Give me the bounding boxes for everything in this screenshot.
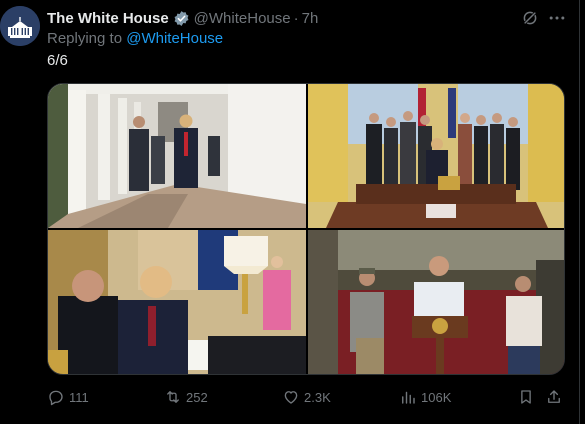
- bookmark-icon: [521, 390, 531, 404]
- photo-oval-office-group[interactable]: [308, 84, 564, 228]
- share-button[interactable]: [545, 386, 567, 408]
- more-icon[interactable]: [547, 8, 567, 28]
- reply-count: 111: [69, 389, 89, 405]
- action-bar: 111 252 2.3K 106K: [47, 386, 567, 408]
- share-icon: [548, 390, 560, 403]
- views-button[interactable]: 106K: [399, 386, 451, 408]
- separator-dot: ·: [293, 9, 299, 27]
- bookmark-button[interactable]: [517, 386, 539, 408]
- like-count: 2.3K: [304, 389, 331, 405]
- photo-oval-office-meeting[interactable]: [48, 230, 306, 374]
- grok-icon[interactable]: [521, 9, 539, 27]
- photo-podium-remarks[interactable]: [308, 230, 564, 374]
- verified-badge-icon[interactable]: [173, 10, 190, 27]
- timeline-divider: [579, 0, 580, 424]
- retweet-button[interactable]: 252: [164, 386, 208, 408]
- reply-button[interactable]: 111: [47, 386, 89, 408]
- tweet-text: 6/6: [47, 52, 68, 69]
- tweet-header: The White House @WhiteHouse · 7h: [47, 8, 318, 28]
- retweet-icon: [167, 391, 179, 403]
- replying-to: Replying to @WhiteHouse: [47, 30, 223, 47]
- tweet-timestamp[interactable]: 7h: [302, 10, 319, 27]
- white-house-logo-icon: [0, 6, 40, 46]
- avatar[interactable]: [0, 6, 40, 46]
- views-count: 106K: [421, 389, 452, 405]
- reply-icon: [49, 390, 63, 406]
- media-grid: [47, 83, 565, 375]
- author-handle[interactable]: @WhiteHouse: [194, 10, 291, 27]
- author-name[interactable]: The White House: [47, 10, 169, 27]
- retweet-count: 252: [186, 389, 208, 405]
- heart-icon: [284, 391, 298, 404]
- photo-colonnade-walk[interactable]: [48, 84, 306, 228]
- replying-to-link[interactable]: @WhiteHouse: [126, 30, 223, 47]
- views-icon: [402, 391, 415, 404]
- replying-to-label: Replying to: [47, 30, 123, 47]
- like-button[interactable]: 2.3K: [282, 386, 331, 408]
- tweet: The White House @WhiteHouse · 7h Replyin…: [0, 0, 585, 424]
